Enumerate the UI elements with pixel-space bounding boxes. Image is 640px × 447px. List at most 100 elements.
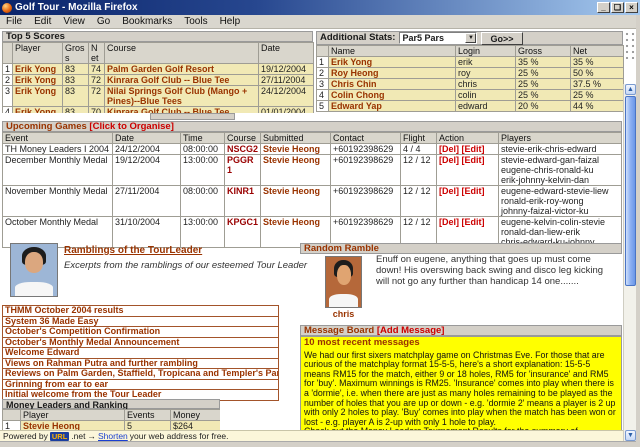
player-cell: Erik Yong [12,63,63,75]
money-header: Money [170,409,220,421]
scroll-down-arrow[interactable]: ▼ [625,430,636,441]
rank-header [2,409,21,421]
action-header: Action [436,132,499,144]
ramblings-title-link[interactable]: Ramblings of the TourLeader [64,245,202,256]
menu-view[interactable]: View [57,16,91,27]
menu-bookmarks[interactable]: Bookmarks [116,16,178,27]
stats-type-value: Par5 Pars [402,33,445,43]
menu-edit[interactable]: Edit [28,16,57,27]
menu-file[interactable]: File [0,16,28,27]
login-cell: edward [455,100,516,112]
delete-link[interactable]: [Del] [439,145,459,154]
delete-link[interactable]: [Del] [439,218,459,228]
gross-cell: 83 [62,74,89,86]
vertical-scrollbar-thumb[interactable] [625,96,636,286]
top5-header: Top 5 Scores [2,31,313,42]
net-cell: 44 % [570,100,624,112]
delete-link[interactable]: [Del] [439,187,459,197]
time-cell: 13:00:00 [180,154,225,186]
players-cell: stevie-erik-chris-edward [498,143,622,155]
event-cell: November Monthly Medal [2,185,113,217]
contact-header: Contact [330,132,401,144]
gross-header: Gross [62,42,89,64]
upcoming-games-title: Upcoming Games [6,121,87,132]
login-header: Login [455,45,516,57]
menu-tools[interactable]: Tools [178,16,213,27]
url-service-logo: URL [49,431,70,441]
rank-cell: 1 [2,63,13,75]
maximize-button[interactable]: ❏ [611,2,624,13]
minimize-button[interactable]: _ [597,2,610,13]
net-cell: 72 [88,85,105,107]
flight-header: Flight [400,132,437,144]
login-cell: roy [455,67,516,79]
date-cell: 19/12/2004 [112,154,181,186]
rank-cell: 2 [2,74,13,86]
horizontal-scrollbar-thumb[interactable] [150,113,235,120]
random-ramble-text: Enuff on eugene, anything that goes up m… [376,254,604,287]
right-window-border [636,15,640,447]
flight-cell: 12 / 12 [400,185,437,217]
submitted-cell: Stevie Heong [260,185,331,217]
login-cell: chris [455,78,516,90]
edit-link[interactable]: [Edit] [462,145,485,154]
net-cell: 74 [88,63,105,75]
close-button[interactable]: × [625,2,638,13]
rank-header [2,42,13,64]
table-row: 3 Chris Chin chris 25 % 37.5 % [316,78,624,90]
scroll-up-arrow[interactable]: ▲ [625,84,636,95]
delete-link[interactable]: [Del] [439,156,459,166]
message-board-subtitle: 10 most recent messages [304,337,420,348]
browser-window: Golf Tour - Mozilla Firefox _ ❏ × File E… [0,0,640,447]
add-message-link[interactable]: [Add Message] [377,325,445,336]
action-cell: [Del] [Edit] [436,154,499,186]
horizontal-scrollbar[interactable] [0,113,623,121]
time-cell: 08:00:00 [180,143,225,155]
table-row: November Monthly Medal 27/11/2004 08:00:… [2,185,622,217]
name-cell: Edward Yap [328,100,456,112]
shorten-link[interactable]: Shorten [98,431,128,441]
edit-link[interactable]: [Edit] [462,187,485,197]
players-cell: stevie-edward-gan-faizal eugene-chris-ro… [498,154,622,186]
date-header: Date [112,132,181,144]
course-cell: Kinrara Golf Club -- Blue Tee [104,74,259,86]
vertical-scrollbar[interactable]: ▲ ▼ [623,84,636,441]
rank-cell: 4 [316,89,329,101]
table-row: 2 Erik Yong 83 72 Kinrara Golf Club -- B… [2,74,314,86]
click-to-organise-link[interactable]: [Click to Organise] [89,121,173,132]
rank-cell: 1 [316,56,329,68]
table-header-row: Player Gross Net Course Date [2,42,314,64]
action-cell: [Del] [Edit] [436,185,499,217]
firefox-icon [2,2,12,13]
net-header: Net [570,45,624,57]
net-cell: 35 % [570,56,624,68]
chevron-down-icon[interactable]: ▼ [465,33,477,43]
table-row: 2 Roy Heong roy 25 % 50 % [316,67,624,79]
upcoming-games-header: Upcoming Games [Click to Organise] [2,121,622,132]
menu-help[interactable]: Help [214,16,247,27]
title-bar: Golf Tour - Mozilla Firefox _ ❏ × [0,0,640,15]
url-suffix: .net [71,431,86,441]
tagline-text: your web address for free. [129,431,229,441]
go-button[interactable]: Go>> [481,31,523,45]
rank-cell: 3 [2,85,13,107]
submitted-cell: Stevie Heong [260,154,331,186]
name-cell: Erik Yong [328,56,456,68]
stats-type-select[interactable]: Par5 Pars ▼ [399,32,478,44]
net-cell: 37.5 % [570,78,624,90]
chris-caption: chris [332,309,355,319]
course-cell: KPGC1 [224,216,261,248]
edit-link[interactable]: [Edit] [462,218,485,228]
menu-go[interactable]: Go [91,16,116,27]
edit-link[interactable]: [Edit] [462,156,485,166]
event-cell: TH Money Leaders I 2004 [2,143,113,155]
course-header: Course [224,132,261,144]
bottom-border [0,441,640,447]
gross-cell: 20 % [515,100,571,112]
login-cell: erik [455,56,516,68]
date-cell: 27/11/2004 [258,74,314,86]
window-title: Golf Tour - Mozilla Firefox [15,2,138,13]
net-cell: 72 [88,74,105,86]
article-link[interactable]: Reviews on Palm Garden, Staffield, Tropi… [2,368,279,380]
gross-cell: 25 % [515,89,571,101]
